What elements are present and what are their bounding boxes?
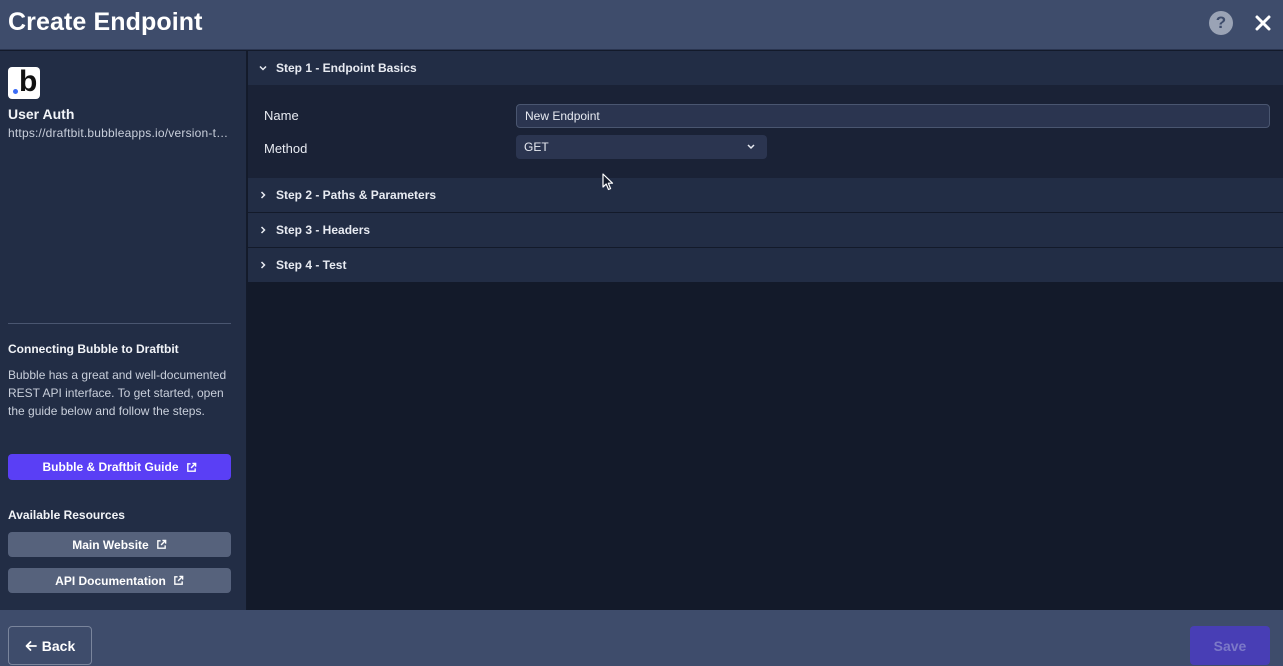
mouse-cursor-icon <box>602 173 614 191</box>
method-value: GET <box>524 140 549 154</box>
api-documentation-button[interactable]: API Documentation <box>8 568 231 593</box>
save-label: Save <box>1213 637 1247 654</box>
external-link-icon <box>186 462 196 472</box>
step-1-body: Name Method GET <box>248 85 1283 178</box>
main-website-label: Main Website <box>72 537 149 552</box>
step-1-header[interactable]: Step 1 - Endpoint Basics <box>248 51 1283 85</box>
chevron-right-icon <box>260 191 266 199</box>
guide-title: Connecting Bubble to Draftbit <box>8 342 179 356</box>
save-button[interactable]: Save <box>1190 626 1270 665</box>
method-select[interactable]: GET <box>516 135 767 159</box>
name-label: Name <box>264 108 299 123</box>
sidebar-divider <box>8 323 231 324</box>
logo-letter: b <box>19 65 38 98</box>
top-bar: Create Endpoint ? <box>0 0 1283 50</box>
name-input[interactable] <box>516 104 1270 128</box>
guide-description: Bubble has a great and well-documented R… <box>8 368 227 418</box>
main-panel: Step 1 - Endpoint Basics Name Method GET… <box>248 51 1283 610</box>
step-4-header[interactable]: Step 4 - Test <box>248 248 1283 282</box>
close-icon[interactable] <box>1252 12 1274 34</box>
bubble-logo-icon: b <box>8 65 40 99</box>
chevron-down-icon <box>259 65 267 71</box>
page-title: Create Endpoint <box>8 8 203 36</box>
footer-bar: Back Save <box>0 610 1283 666</box>
external-link-icon <box>156 539 167 549</box>
service-name: User Auth <box>8 106 75 122</box>
arrow-left-icon <box>25 640 37 651</box>
method-label: Method <box>264 141 308 156</box>
guide-button-label: Bubble & Draftbit Guide <box>42 460 179 474</box>
step-4-label: Step 4 - Test <box>276 258 347 272</box>
step-2-header[interactable]: Step 2 - Paths & Parameters <box>248 178 1283 212</box>
chevron-right-icon <box>260 261 266 269</box>
sidebar: b User Auth https://draftbit.bubbleapps.… <box>0 51 247 610</box>
step-3-header[interactable]: Step 3 - Headers <box>248 213 1283 247</box>
back-button[interactable]: Back <box>8 626 92 665</box>
back-label: Back <box>41 637 76 654</box>
resources-title: Available Resources <box>8 508 125 522</box>
chevron-down-icon <box>747 144 755 150</box>
step-2-label: Step 2 - Paths & Parameters <box>276 188 437 202</box>
help-button[interactable]: ? <box>1209 11 1233 35</box>
api-documentation-label: API Documentation <box>55 573 166 588</box>
logo-dot <box>13 89 18 94</box>
chevron-right-icon <box>260 226 266 234</box>
guide-button[interactable]: Bubble & Draftbit Guide <box>8 454 231 480</box>
step-1-label: Step 1 - Endpoint Basics <box>276 61 417 75</box>
service-url: https://draftbit.bubbleapps.io/version-t… <box>8 126 234 140</box>
step-3-label: Step 3 - Headers <box>276 223 371 237</box>
main-website-button[interactable]: Main Website <box>8 532 231 557</box>
external-link-icon <box>173 575 184 585</box>
